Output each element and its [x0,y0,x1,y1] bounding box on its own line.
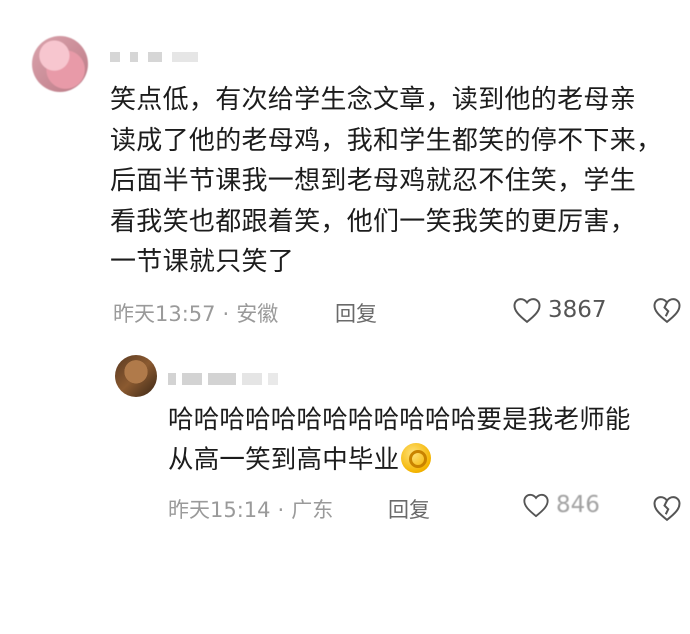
heart-icon [523,493,549,518]
commenter-name-blurred[interactable] [110,46,208,62]
reply-to-reply-button[interactable]: 回复 [388,494,430,524]
meta-separator: · [277,498,285,522]
reply-text-body: 哈哈哈哈哈哈哈哈哈哈哈哈要是我老师能 从高一笑到高中毕业 [168,405,631,475]
meta-separator: · [222,302,230,326]
reply-like-count: 846 [556,492,600,518]
reply-location: 广东 [291,498,334,522]
broken-heart-icon [653,298,681,324]
replier-name-blurred[interactable] [168,368,284,385]
reply-meta: 昨天15:14 · 广东 [168,494,333,524]
heart-icon [513,298,541,324]
commenter-avatar[interactable] [32,36,88,92]
replier-avatar[interactable] [115,355,157,397]
reply-button[interactable]: 回复 [335,298,377,328]
comment-location: 安徽 [236,302,279,326]
reply-time: 昨天15:14 [168,498,271,522]
comment-time: 昨天13:57 [113,302,216,326]
dislike-button[interactable] [652,296,682,328]
comment-meta: 昨天13:57 · 安徽 [113,298,278,328]
reply-like-button[interactable]: 846 [522,492,600,518]
like-button[interactable]: 3867 [512,296,607,324]
reply-text: 哈哈哈哈哈哈哈哈哈哈哈哈要是我老师能 从高一笑到高中毕业 [168,400,688,480]
reply-dislike-button[interactable] [652,494,682,526]
comment-text: 笑点低，有次给学生念文章，读到他的老母亲 读成了他的老母鸡，我和学生都笑的停不下… [110,85,663,277]
like-count: 3867 [548,297,607,323]
ok-hand-emoji-icon [401,443,432,473]
broken-heart-icon [653,496,681,522]
